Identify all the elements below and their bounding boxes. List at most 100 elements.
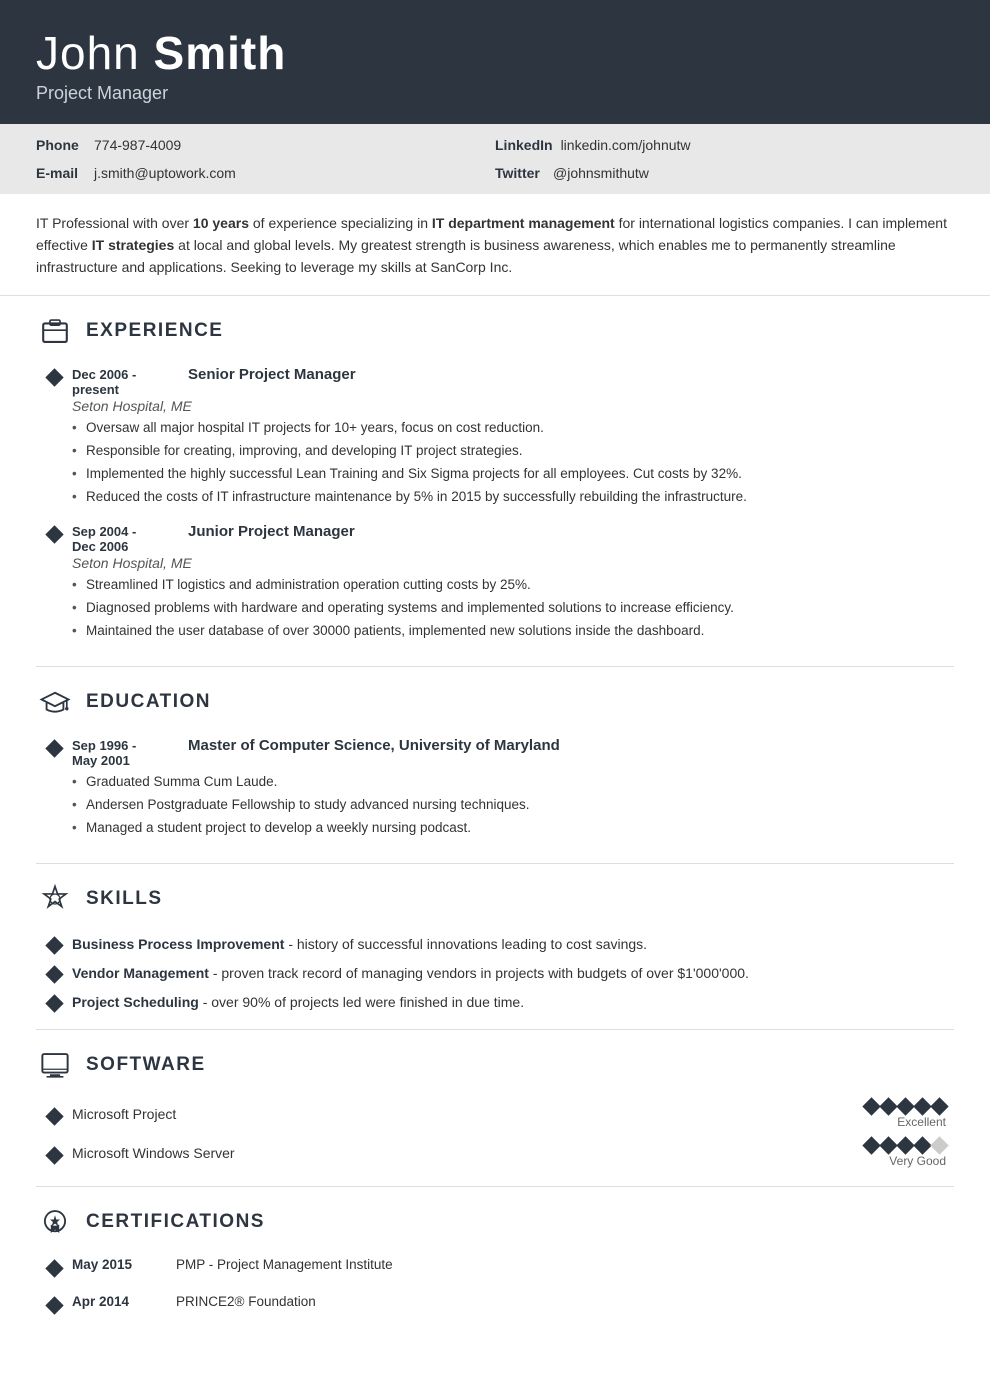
contact-bar: Phone 774-987-4009 LinkedIn linkedin.com…: [0, 124, 990, 194]
first-name: John: [36, 27, 140, 79]
skill-desc-1: - history of successful innovations lead…: [288, 936, 647, 952]
experience-section: EXPERIENCE Dec 2006 - present Senior Pro…: [0, 296, 990, 666]
diamond-icon-skill-3: [45, 994, 63, 1012]
software-section: SOFTWARE Microsoft Project Excellent: [0, 1030, 990, 1186]
email-value: j.smith@uptowork.com: [94, 165, 236, 181]
bullet-item: Managed a student project to develop a w…: [72, 818, 954, 839]
skill-entry-2: Vendor Management - proven track record …: [36, 963, 954, 984]
exp-date-line2-1: present: [72, 382, 172, 397]
phone-label: Phone: [36, 137, 86, 153]
software-header: SOFTWARE: [36, 1046, 954, 1088]
exp-bullets-2: Streamlined IT logistics and administrat…: [72, 575, 954, 642]
cert-title: CERTIFICATIONS: [86, 1211, 265, 1233]
linkedin-value: linkedin.com/johnutw: [561, 137, 691, 153]
software-icon: [36, 1046, 74, 1084]
cert-content-2: Apr 2014 PRINCE2® Foundation: [72, 1294, 954, 1317]
diamond-icon-cert-2: [45, 1296, 63, 1314]
header-section: John Smith Project Manager: [0, 0, 990, 124]
dot-2-5: [930, 1136, 948, 1154]
experience-content-1: Dec 2006 - present Senior Project Manage…: [72, 366, 954, 510]
cert-name-1: PMP - Project Management Institute: [176, 1257, 393, 1272]
bullet-2: [36, 523, 72, 644]
sw-rating-1: Excellent: [865, 1100, 946, 1129]
cert-name-2: PRINCE2® Foundation: [176, 1294, 316, 1309]
bullet-item: Reduced the costs of IT infrastructure m…: [72, 487, 954, 508]
diamond-icon-cert-1: [45, 1259, 63, 1277]
cert-content-1: May 2015 PMP - Project Management Instit…: [72, 1257, 954, 1280]
skill-entry-3: Project Scheduling - over 90% of project…: [36, 992, 954, 1013]
last-name: Smith: [154, 27, 287, 79]
experience-entry-1: Dec 2006 - present Senior Project Manage…: [36, 366, 954, 510]
email-label: E-mail: [36, 165, 86, 181]
cert-row-1: May 2015 PMP - Project Management Instit…: [72, 1257, 954, 1272]
bullet-item: Responsible for creating, improving, and…: [72, 441, 954, 462]
exp-date-line2-2: Dec 2006: [72, 539, 172, 554]
exp-dates-1: Dec 2006 - present: [72, 367, 172, 397]
diamond-icon-2: [45, 526, 63, 544]
skill-bullet-3: [36, 992, 72, 1010]
bullet-item: Streamlined IT logistics and administrat…: [72, 575, 954, 596]
bullet-item: Maintained the user database of over 300…: [72, 621, 954, 642]
cert-header: CERTIFICATIONS: [36, 1203, 954, 1245]
experience-header: EXPERIENCE: [36, 312, 954, 354]
resume-document: John Smith Project Manager Phone 774-987…: [0, 0, 990, 1400]
phone-value: 774-987-4009: [94, 137, 181, 153]
rating-dots-1: [865, 1100, 946, 1113]
summary-text: IT Professional with over 10 years of ex…: [36, 215, 947, 276]
dot-1-1: [862, 1097, 880, 1115]
edu-bullet-1: [36, 737, 72, 841]
software-row-1: Microsoft Project Excellent: [36, 1100, 954, 1129]
twitter-contact: Twitter @johnsmithutw: [495, 162, 954, 184]
exp-dates-2: Sep 2004 - Dec 2006: [72, 524, 172, 554]
skill-name-2: Vendor Management: [72, 965, 209, 981]
sw-bullet-2: [36, 1144, 72, 1162]
certifications-section: CERTIFICATIONS May 2015 PMP - Project Ma…: [0, 1187, 990, 1339]
edu-header-row-1: Sep 1996 - May 2001 Master of Computer S…: [72, 737, 954, 768]
cert-icon: [36, 1203, 74, 1241]
rating-label-1: Excellent: [897, 1115, 946, 1129]
edu-bullets-1: Graduated Summa Cum Laude. Andersen Post…: [72, 772, 954, 839]
phone-contact: Phone 774-987-4009: [36, 134, 495, 156]
education-content-1: Sep 1996 - May 2001 Master of Computer S…: [72, 737, 954, 841]
experience-content-2: Sep 2004 - Dec 2006 Junior Project Manag…: [72, 523, 954, 644]
cert-row-2: Apr 2014 PRINCE2® Foundation: [72, 1294, 954, 1309]
dot-2-4: [913, 1136, 931, 1154]
experience-title: EXPERIENCE: [86, 320, 223, 342]
cert-entry-1: May 2015 PMP - Project Management Instit…: [36, 1257, 954, 1280]
diamond-icon-skill-1: [45, 936, 63, 954]
twitter-value: @johnsmithutw: [553, 165, 649, 181]
skills-icon: [36, 880, 74, 918]
software-row-2: Microsoft Windows Server Very Good: [36, 1139, 954, 1168]
bullet-1: [36, 366, 72, 510]
bullet-item: Implemented the highly successful Lean T…: [72, 464, 954, 485]
exp-header-row-2: Sep 2004 - Dec 2006 Junior Project Manag…: [72, 523, 954, 554]
dot-2-1: [862, 1136, 880, 1154]
exp-job-title-1: Senior Project Manager: [188, 366, 356, 383]
rating-label-2: Very Good: [889, 1154, 946, 1168]
sw-name-1: Microsoft Project: [72, 1106, 865, 1122]
education-entry-1: Sep 1996 - May 2001 Master of Computer S…: [36, 737, 954, 841]
experience-icon: [36, 312, 74, 350]
exp-date-line1-2: Sep 2004 -: [72, 524, 172, 539]
full-name: John Smith: [36, 28, 954, 79]
skill-text-3: Project Scheduling - over 90% of project…: [72, 992, 524, 1013]
summary-section: IT Professional with over 10 years of ex…: [0, 194, 990, 296]
skill-text-2: Vendor Management - proven track record …: [72, 963, 749, 984]
education-header: EDUCATION: [36, 683, 954, 725]
diamond-icon-edu: [45, 740, 63, 758]
diamond-icon-sw-2: [45, 1147, 63, 1165]
skill-entry-1: Business Process Improvement - history o…: [36, 934, 954, 955]
dot-1-3: [896, 1097, 914, 1115]
cert-bullet-1: [36, 1257, 72, 1280]
exp-company-2: Seton Hospital, ME: [72, 555, 954, 571]
exp-bullets-1: Oversaw all major hospital IT projects f…: [72, 418, 954, 508]
education-icon: [36, 683, 74, 721]
rating-dots-2: [865, 1139, 946, 1152]
bullet-item: Oversaw all major hospital IT projects f…: [72, 418, 954, 439]
dot-2-3: [896, 1136, 914, 1154]
cert-date-2: Apr 2014: [72, 1294, 162, 1309]
diamond-icon-skill-2: [45, 965, 63, 983]
bullet-item: Graduated Summa Cum Laude.: [72, 772, 954, 793]
edu-date-line1: Sep 1996 -: [72, 738, 172, 753]
dot-2-2: [879, 1136, 897, 1154]
